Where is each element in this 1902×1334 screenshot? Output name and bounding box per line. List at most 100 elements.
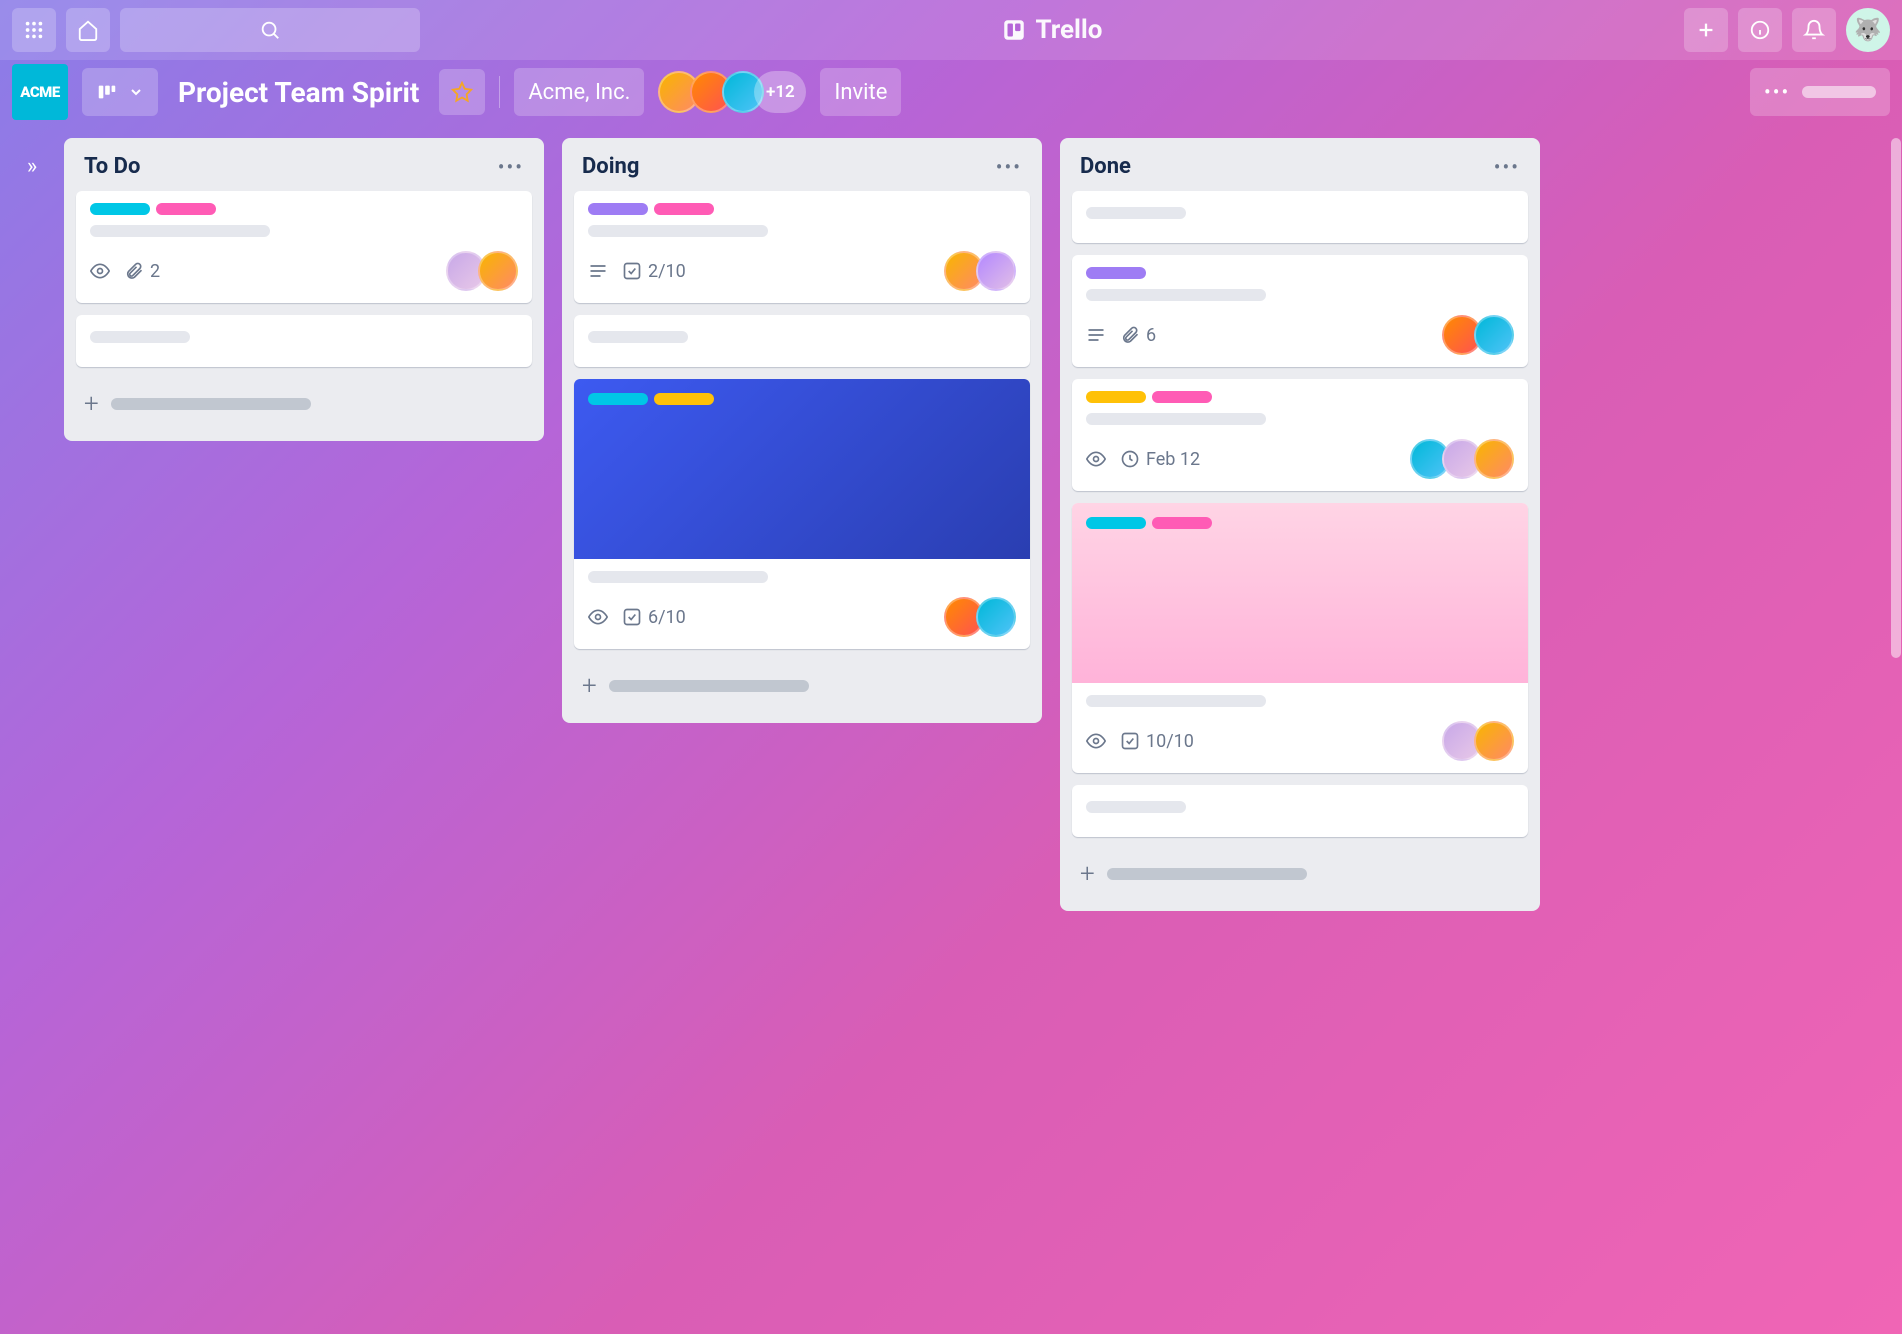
expand-sidebar-button[interactable]: » (27, 154, 37, 1334)
member-avatar[interactable] (1474, 439, 1514, 479)
watch-badge (1086, 731, 1106, 751)
card[interactable] (1072, 785, 1528, 837)
plus-icon: + (1080, 859, 1095, 889)
star-button[interactable] (439, 69, 485, 115)
member-stack[interactable]: +12 (658, 71, 806, 113)
label-pink (1152, 391, 1212, 403)
divider (499, 76, 500, 108)
card-title-placeholder (1086, 413, 1266, 425)
card-cover (574, 379, 1030, 559)
card-badges: 2/10 (588, 261, 686, 282)
member-avatar[interactable] (1474, 721, 1514, 761)
card-badges: 2 (90, 261, 160, 282)
chevron-down-icon (128, 84, 144, 100)
member-avatar[interactable] (478, 251, 518, 291)
card[interactable]: 10/10 (1072, 503, 1528, 773)
trello-icon (1001, 17, 1027, 43)
card[interactable]: 2 (76, 191, 532, 303)
card[interactable] (1072, 191, 1528, 243)
home-button[interactable] (66, 8, 110, 52)
card-members (944, 597, 1016, 637)
member-avatar[interactable] (1474, 315, 1514, 355)
list-title[interactable]: To Do (84, 154, 140, 179)
extra-members[interactable]: +12 (754, 71, 806, 113)
search-input[interactable] (120, 8, 420, 52)
label-purple (1086, 267, 1146, 279)
apps-button[interactable] (12, 8, 56, 52)
user-avatar[interactable]: 🐺 (1846, 8, 1890, 52)
checklist-badge: 6/10 (622, 607, 686, 628)
description-badge (1086, 325, 1106, 345)
card-labels (588, 393, 1016, 405)
notifications-button[interactable] (1792, 8, 1836, 52)
board-views-button[interactable] (82, 68, 158, 116)
plus-icon: + (84, 389, 99, 419)
label-purple (588, 203, 648, 215)
add-card-button[interactable]: + (1072, 849, 1528, 899)
board-header: ACME Project Team Spirit Acme, Inc. +12 … (0, 60, 1902, 124)
workspace-badge[interactable]: ACME (12, 64, 68, 120)
card-title-placeholder (588, 571, 768, 583)
card-labels (1086, 517, 1514, 529)
label-cyan (588, 393, 648, 405)
due-badge: Feb 12 (1120, 449, 1200, 470)
member-avatar[interactable] (976, 597, 1016, 637)
card-members (446, 251, 518, 291)
app-name: Trello (1035, 15, 1102, 45)
team-button[interactable]: Acme, Inc. (514, 68, 644, 116)
card-members (1410, 439, 1514, 479)
list: To Do ••• 2 + (64, 138, 544, 441)
member-avatar[interactable] (976, 251, 1016, 291)
label-yellow (654, 393, 714, 405)
search-icon (259, 19, 281, 41)
card-labels (1086, 267, 1514, 279)
board-menu-button[interactable]: ••• (1750, 68, 1890, 116)
card[interactable]: 6 (1072, 255, 1528, 367)
description-badge (588, 261, 608, 281)
label-cyan (1086, 517, 1146, 529)
card[interactable]: 6/10 (574, 379, 1030, 649)
bell-icon (1803, 19, 1825, 41)
info-button[interactable] (1738, 8, 1782, 52)
topbar: Trello 🐺 (0, 0, 1902, 60)
create-button[interactable] (1684, 8, 1728, 52)
scroll-thumb[interactable] (1891, 138, 1901, 658)
add-card-button[interactable]: + (574, 661, 1030, 711)
add-card-button[interactable]: + (76, 379, 532, 429)
card-members (1442, 315, 1514, 355)
card[interactable]: 2/10 (574, 191, 1030, 303)
card-title-placeholder (90, 225, 270, 237)
info-icon (1749, 19, 1771, 41)
list-title[interactable]: Doing (582, 154, 639, 179)
invite-button[interactable]: Invite (820, 68, 901, 116)
card-badges: 10/10 (1086, 731, 1194, 752)
board-icon (96, 81, 118, 103)
card[interactable] (574, 315, 1030, 367)
list-title[interactable]: Done (1080, 154, 1131, 179)
attachment-badge: 6 (1120, 325, 1156, 346)
board-canvas[interactable]: To Do ••• 2 + Doing ••• 2/10 6/10 + Done ••• 6 Feb 1… (64, 124, 1890, 1334)
plus-icon: + (582, 671, 597, 701)
label-pink (654, 203, 714, 215)
card-cover (1072, 503, 1528, 683)
watch-badge (588, 607, 608, 627)
label-pink (156, 203, 216, 215)
list-menu-button[interactable]: ••• (498, 155, 524, 179)
checklist-badge: 2/10 (622, 261, 686, 282)
home-icon (77, 19, 99, 41)
attachment-badge: 2 (124, 261, 160, 282)
board-main: » To Do ••• 2 + Doing ••• 2/10 6/10 + Done ••• 6 Feb… (0, 124, 1902, 1334)
card[interactable]: Feb 12 (1072, 379, 1528, 491)
scrollbar[interactable] (1890, 124, 1902, 1334)
card-title-placeholder (1086, 695, 1266, 707)
list-menu-button[interactable]: ••• (1494, 155, 1520, 179)
sidebar-collapsed: » (0, 124, 64, 1334)
watch-badge (1086, 449, 1106, 469)
card[interactable] (76, 315, 532, 367)
list-menu-button[interactable]: ••• (996, 155, 1022, 179)
board-title[interactable]: Project Team Spirit (172, 76, 425, 109)
checklist-badge: 10/10 (1120, 731, 1194, 752)
card-members (944, 251, 1016, 291)
card-labels (90, 203, 518, 215)
list: Doing ••• 2/10 6/10 + (562, 138, 1042, 723)
